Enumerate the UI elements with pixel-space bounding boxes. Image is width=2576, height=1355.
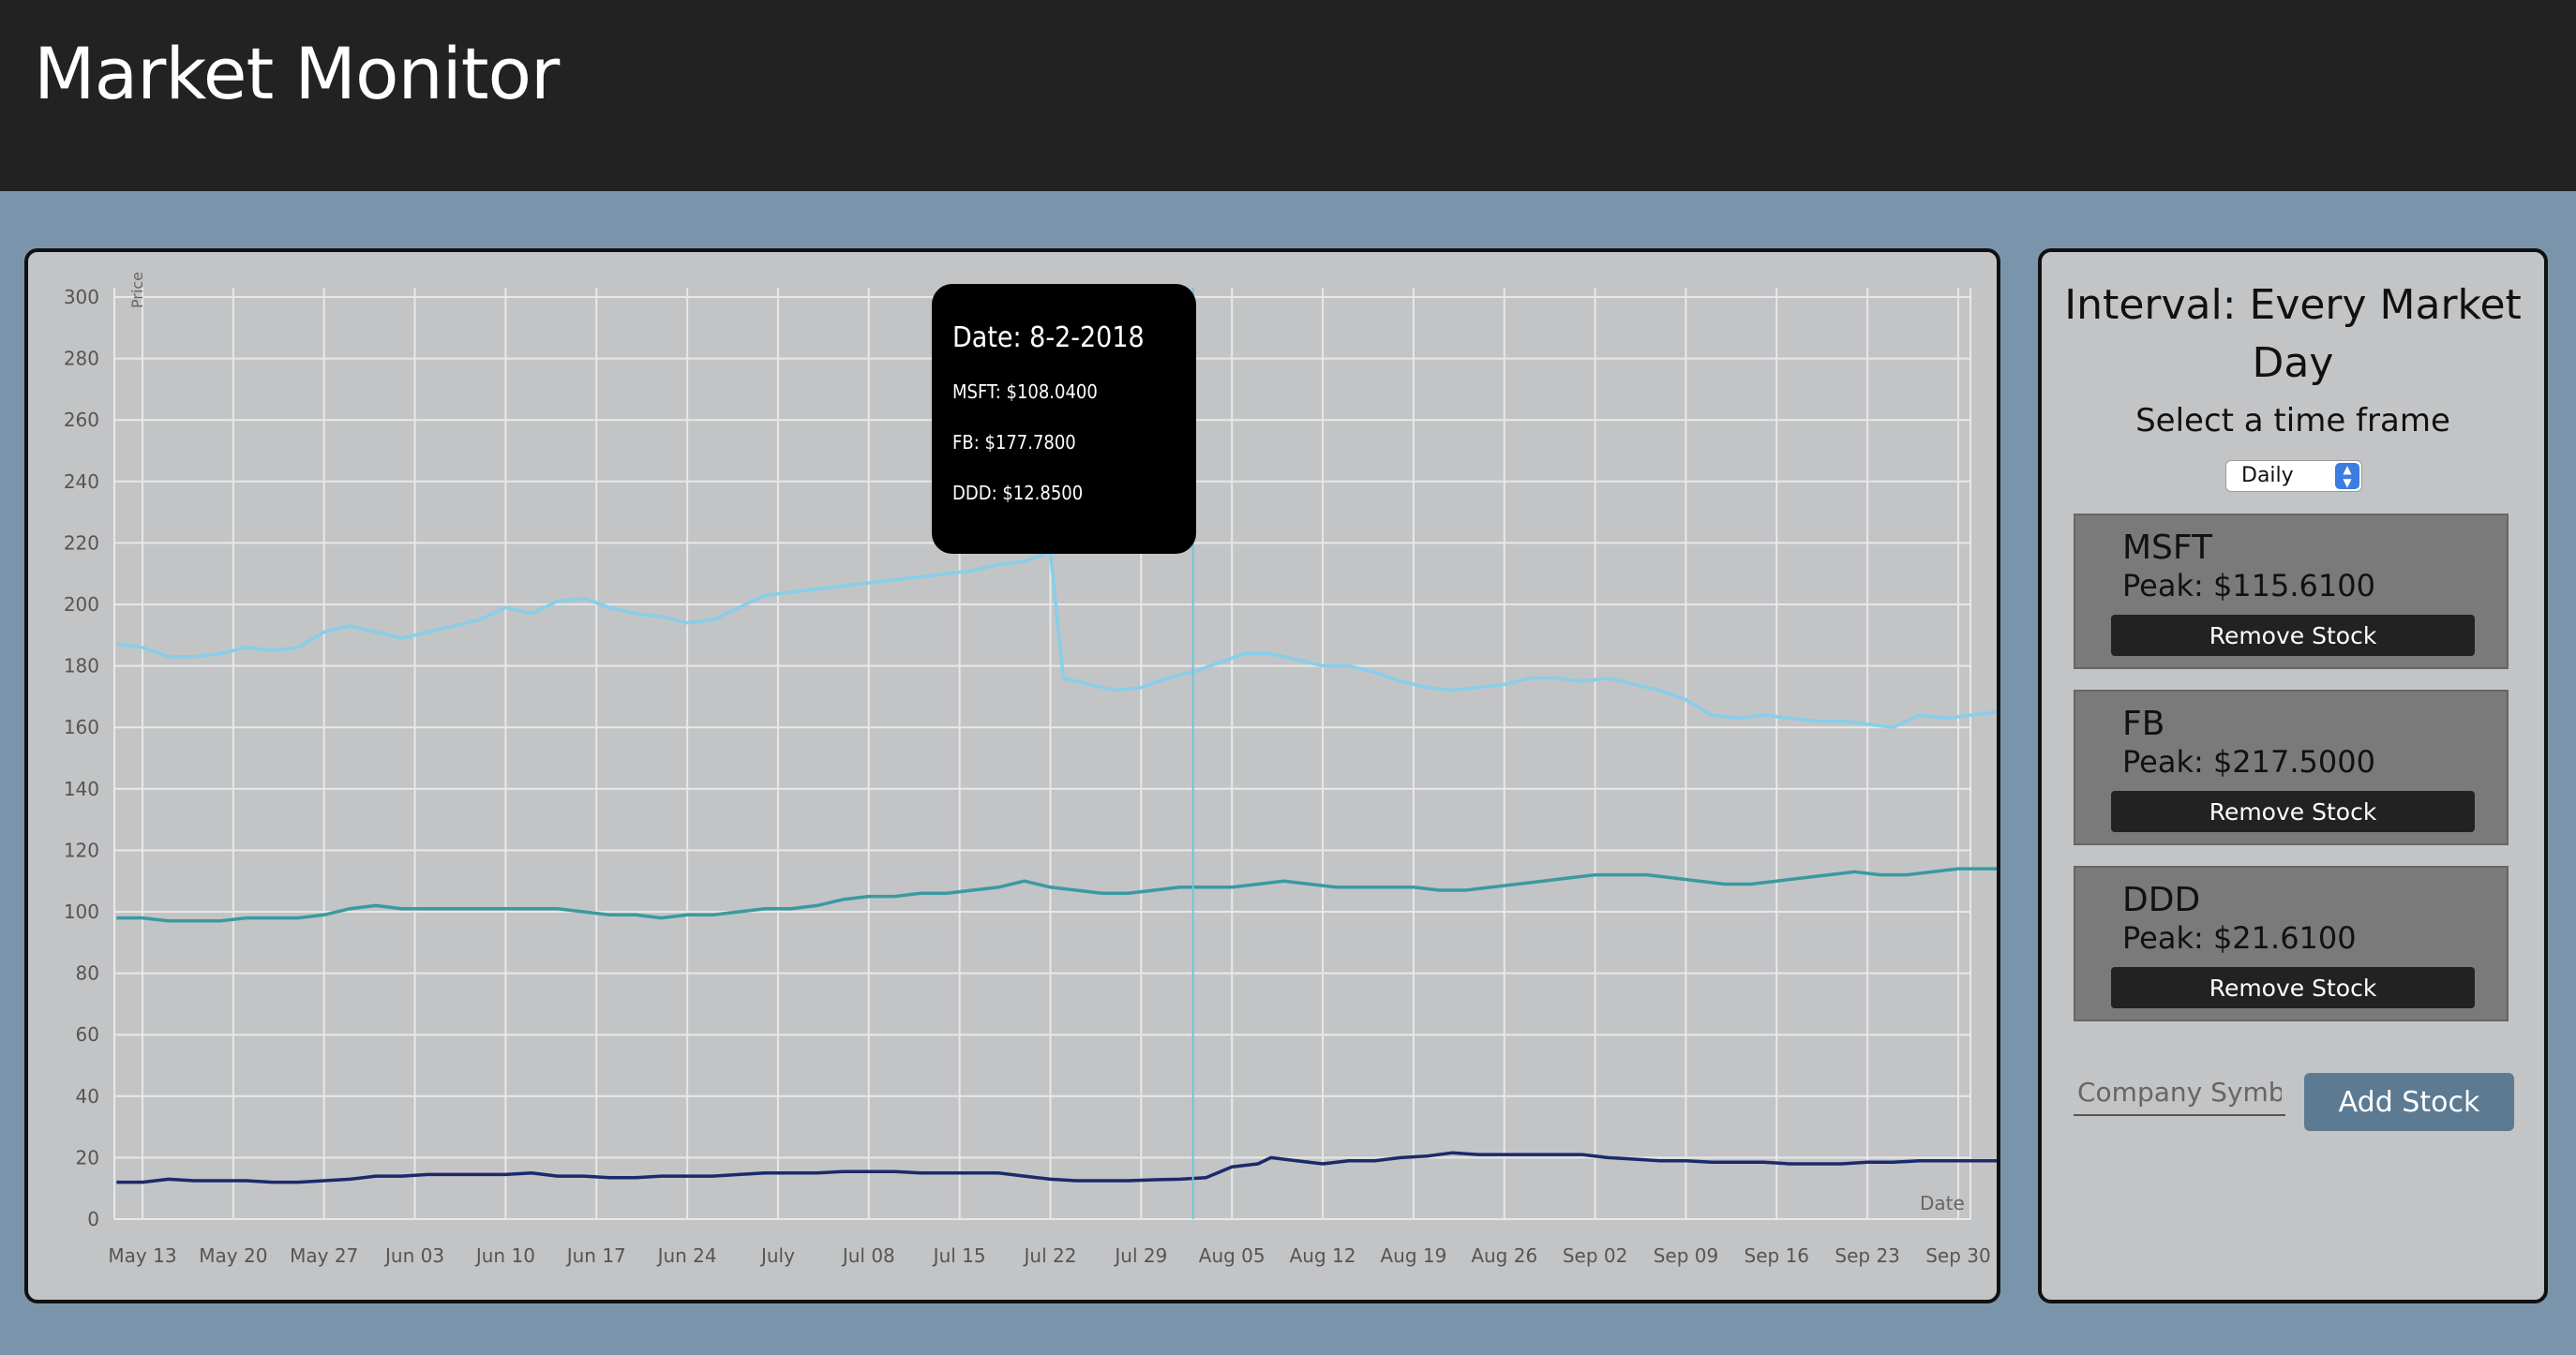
stock-peak: Peak: $21.6100: [2122, 920, 2357, 956]
tooltip-ddd-value: DDD: $12.8500: [952, 482, 1084, 504]
y-tick-label: 200: [64, 593, 99, 616]
x-tick-label: Aug 12: [1290, 1244, 1356, 1267]
hover-tooltip: Date: 8-2-2018 MSFT: $108.0400 FB: $177.…: [932, 284, 1196, 554]
tooltip-date: Date: 8-2-2018: [952, 321, 1145, 354]
stock-symbol: FB: [2122, 705, 2165, 743]
x-tick-label: Sep 09: [1654, 1244, 1719, 1267]
y-tick-label: 80: [76, 962, 99, 985]
timeframe-label: Select a time frame: [2135, 402, 2450, 439]
x-tick-label: Jul 15: [932, 1244, 986, 1267]
stock-card-msft: MSFT Peak: $115.6100 Remove Stock: [2074, 514, 2509, 669]
x-tick-label: Sep 02: [1563, 1244, 1628, 1267]
stock-card-ddd: DDD Peak: $21.6100 Remove Stock: [2074, 866, 2509, 1021]
x-axis-label: Date: [1920, 1192, 1965, 1214]
y-tick-label: 140: [64, 778, 99, 800]
y-tick-label: 20: [76, 1146, 99, 1169]
add-stock-button[interactable]: Add Stock: [2304, 1073, 2514, 1131]
y-axis-label: Price: [128, 272, 146, 308]
price-chart-panel: 0 20 40 60 80 100 120 140 160 180 200 220 240 260 280 3…: [24, 248, 2000, 1303]
y-tick-label: 220: [64, 531, 99, 554]
x-tick-label: Jul 29: [1113, 1244, 1167, 1267]
y-tick-label: 180: [64, 655, 99, 678]
x-tick-label: Aug 05: [1199, 1244, 1266, 1267]
remove-stock-button[interactable]: Remove Stock: [2111, 791, 2475, 832]
y-tick-label: 240: [64, 470, 99, 493]
y-tick-label: 100: [64, 901, 99, 923]
x-tick-label: July: [759, 1244, 795, 1267]
tooltip-msft-value: MSFT: $108.0400: [952, 380, 1098, 403]
remove-stock-button[interactable]: Remove Stock: [2111, 967, 2475, 1008]
x-tick-label: Sep 23: [1835, 1244, 1900, 1267]
remove-stock-button[interactable]: Remove Stock: [2111, 615, 2475, 656]
y-tick-label: 300: [64, 286, 99, 308]
x-tick-label: Aug 26: [1471, 1244, 1537, 1267]
y-tick-label: 280: [64, 348, 99, 370]
x-tick-label: Jul 22: [1023, 1244, 1077, 1267]
y-tick-label: 40: [76, 1085, 99, 1108]
x-tick-label: Jun 24: [656, 1244, 717, 1267]
interval-title: Interval: Every Market Day: [2064, 281, 2522, 387]
app-title: Market Monitor: [34, 32, 560, 115]
y-tick-label: 60: [76, 1023, 99, 1046]
x-tick-label: Jun 17: [565, 1244, 626, 1267]
control-panel: Interval: Every Market Day Select a time…: [2038, 248, 2548, 1303]
select-arrows-icon: ▲ ▼: [2335, 463, 2359, 489]
x-tick-label: Jun 10: [474, 1244, 535, 1267]
series-line-fb: [116, 550, 1997, 729]
x-tick-label: May 20: [199, 1244, 267, 1267]
x-tick-label: Aug 19: [1380, 1244, 1446, 1267]
timeframe-selected-value: Daily: [2241, 464, 2294, 487]
app-header: Market Monitor: [0, 0, 2576, 191]
stock-peak: Peak: $217.5000: [2122, 744, 2375, 780]
x-tick-label: Sep 16: [1745, 1244, 1810, 1267]
chart-series: [116, 550, 1997, 1184]
x-tick-label: Jul 08: [841, 1244, 895, 1267]
y-tick-label: 160: [64, 716, 99, 738]
x-tick-label: May 13: [108, 1244, 176, 1267]
timeframe-select[interactable]: Daily ▲ ▼: [2225, 460, 2362, 492]
y-tick-label: 120: [64, 839, 99, 861]
x-tick-label: Sep 30: [1925, 1244, 1991, 1267]
y-tick-label: 0: [87, 1208, 99, 1230]
x-tick-label: May 27: [290, 1244, 358, 1267]
stock-peak: Peak: $115.6100: [2122, 568, 2375, 603]
stock-card-fb: FB Peak: $217.5000 Remove Stock: [2074, 690, 2509, 845]
stock-symbol: MSFT: [2122, 529, 2212, 567]
y-tick-label: 260: [64, 409, 99, 431]
stock-symbol: DDD: [2122, 881, 2201, 919]
tooltip-fb-value: FB: $177.7800: [952, 431, 1076, 454]
x-tick-label: Jun 03: [383, 1244, 444, 1267]
company-symbol-input[interactable]: [2074, 1069, 2285, 1116]
